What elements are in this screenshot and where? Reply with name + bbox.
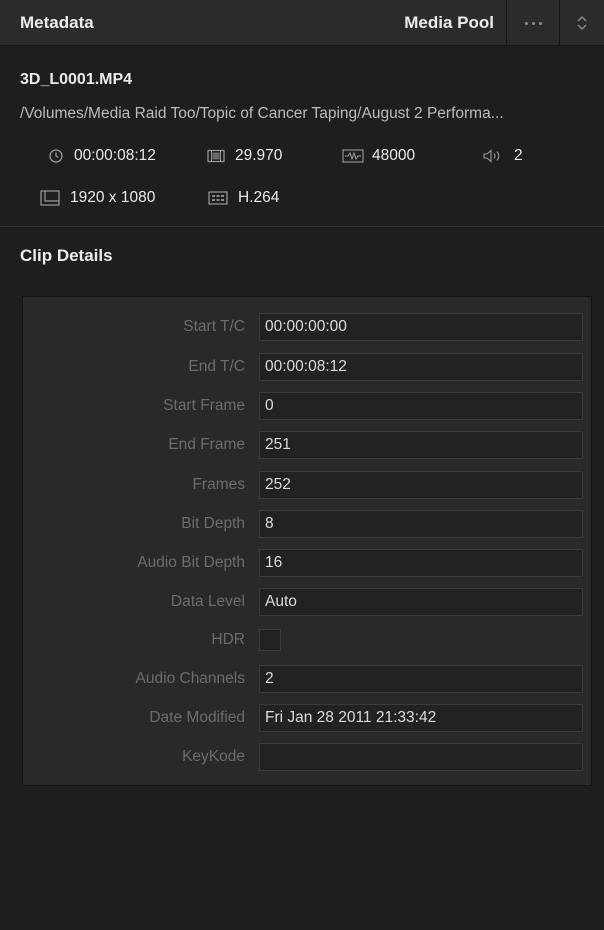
end-tc-label: End T/C (188, 358, 245, 375)
clock-icon (48, 148, 64, 164)
section-divider (0, 226, 604, 227)
audio-channels-row: Audio Channels 2 (23, 665, 593, 693)
date-modified-row: Date Modified Fri Jan 28 2011 21:33:42 (23, 704, 593, 732)
codec-icon (208, 191, 228, 205)
end-tc-field[interactable]: 00:00:08:12 (259, 353, 583, 381)
media-pool-button[interactable]: Media Pool (386, 0, 506, 46)
start-tc-label: Start T/C (183, 318, 245, 335)
end-frame-row: End Frame 251 (23, 431, 593, 459)
audio-bit-depth-label: Audio Bit Depth (137, 554, 245, 571)
audio-channels-label: Audio Channels (135, 670, 245, 687)
keykode-label: KeyKode (182, 748, 245, 765)
audio-channels-stat: 2 (482, 146, 523, 166)
data-level-label: Data Level (170, 593, 245, 610)
codec-value: H.264 (238, 189, 280, 206)
duration-value: 00:00:08:12 (74, 147, 156, 164)
audio-channels-value: 2 (514, 147, 523, 164)
start-frame-row: Start Frame 0 (23, 392, 593, 420)
film-icon (207, 149, 225, 163)
frames-row: Frames 252 (23, 471, 593, 499)
hdr-checkbox[interactable] (259, 629, 281, 651)
bit-depth-row: Bit Depth 8 (23, 510, 593, 538)
bit-depth-label: Bit Depth (181, 515, 245, 532)
resolution-icon (40, 190, 60, 206)
resolution-value: 1920 x 1080 (70, 189, 156, 206)
duration-stat: 00:00:08:12 (48, 146, 156, 166)
panel-header: Metadata Media Pool (0, 0, 604, 46)
clip-path: /Volumes/Media Raid Too/Topic of Cancer … (20, 105, 504, 122)
frames-label: Frames (192, 476, 245, 493)
codec-stat: H.264 (208, 188, 279, 208)
end-frame-label: End Frame (168, 436, 245, 453)
audio-bit-depth-row: Audio Bit Depth 16 (23, 549, 593, 577)
speaker-icon (482, 148, 504, 164)
start-frame-field[interactable]: 0 (259, 392, 583, 420)
hdr-label: HDR (211, 631, 245, 648)
end-tc-row: End T/C 00:00:08:12 (23, 353, 593, 381)
hdr-row: HDR (23, 626, 593, 654)
date-modified-field[interactable]: Fri Jan 28 2011 21:33:42 (259, 704, 583, 732)
data-level-field[interactable]: Auto (259, 588, 583, 616)
bit-depth-field[interactable]: 8 (259, 510, 583, 538)
frames-field[interactable]: 252 (259, 471, 583, 499)
start-tc-field[interactable]: 00:00:00:00 (259, 313, 583, 341)
keykode-field[interactable] (259, 743, 583, 771)
start-tc-row: Start T/C 00:00:00:00 (23, 313, 593, 341)
keykode-row: KeyKode (23, 743, 593, 771)
date-modified-label: Date Modified (149, 709, 245, 726)
sort-updown-icon (577, 16, 587, 30)
sample-rate-stat: 48000 (342, 146, 415, 166)
sort-button[interactable] (560, 0, 604, 46)
ellipsis-icon (524, 21, 542, 25)
clip-name: 3D_L0001.MP4 (20, 71, 133, 88)
start-frame-label: Start Frame (163, 397, 245, 414)
metadata-panel: Metadata Media Pool 3D_L0001.MP4 /Volume… (0, 0, 604, 930)
resolution-stat: 1920 x 1080 (40, 188, 155, 208)
fps-value: 29.970 (235, 147, 283, 164)
waveform-icon (342, 149, 364, 163)
audio-channels-field[interactable]: 2 (259, 665, 583, 693)
clip-details-box: Start T/C 00:00:00:00 End T/C 00:00:08:1… (22, 296, 592, 786)
end-frame-field[interactable]: 251 (259, 431, 583, 459)
audio-bit-depth-field[interactable]: 16 (259, 549, 583, 577)
more-options-button[interactable] (507, 0, 559, 46)
fps-stat: 29.970 (207, 146, 282, 166)
sample-rate-value: 48000 (372, 147, 416, 164)
clip-details-title: Clip Details (20, 246, 113, 265)
data-level-row: Data Level Auto (23, 588, 593, 616)
panel-title: Metadata (20, 13, 94, 32)
